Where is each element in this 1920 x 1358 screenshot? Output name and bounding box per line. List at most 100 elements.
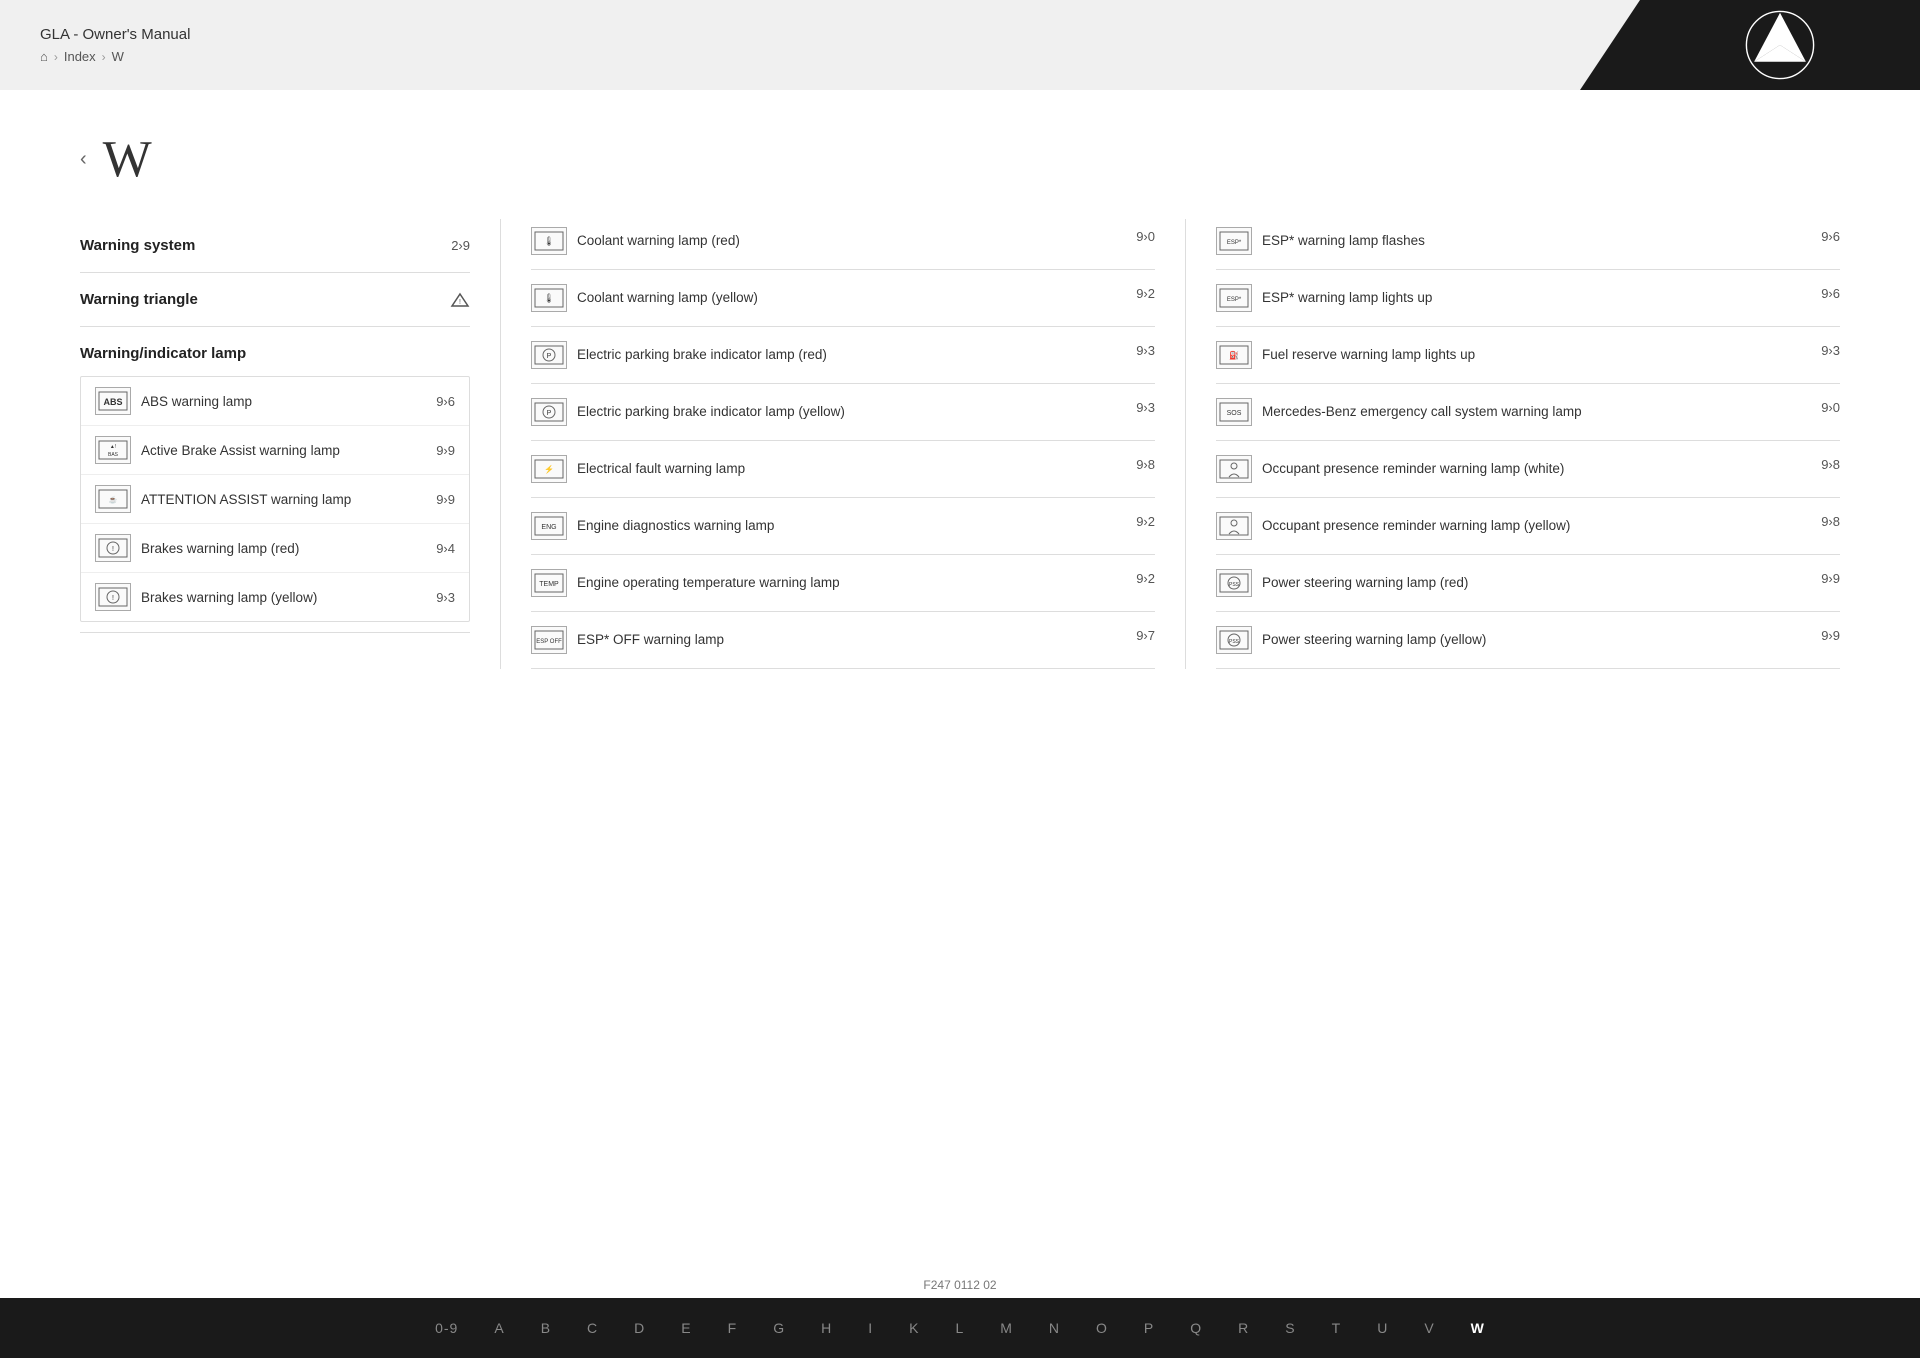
list-item[interactable]: ! Brakes warning lamp (yellow) 9›3 [81, 573, 469, 621]
power-steering-yellow-icon: PSS [1216, 626, 1252, 654]
svg-text:PSS: PSS [1229, 639, 1240, 645]
list-item[interactable]: 🌡 Coolant warning lamp (red) 9›0 [531, 219, 1155, 270]
mercedes-logo [1745, 10, 1815, 80]
brake-assist-icon: ▲! BAS [95, 436, 131, 464]
warning-triangle-ref: ! [450, 292, 470, 308]
list-item[interactable]: ESP* ESP* warning lamp flashes 9›6 [1216, 219, 1840, 270]
breadcrumb: ⌂ › Index › W [40, 49, 1540, 64]
page-letter: W [103, 130, 152, 189]
esp-off-label: ESP* OFF warning lamp [577, 631, 1126, 649]
parking-brake-red-label: Electric parking brake indicator lamp (r… [577, 346, 1126, 364]
coolant-yellow-label: Coolant warning lamp (yellow) [577, 289, 1126, 307]
warning-system-item[interactable]: Warning system 2›9 [80, 219, 470, 273]
esp-off-ref: 9›7 [1136, 628, 1155, 643]
list-item[interactable]: ! Brakes warning lamp (red) 9›4 [81, 524, 469, 573]
list-item[interactable]: P Electric parking brake indicator lamp … [531, 327, 1155, 384]
footer-letter-v[interactable]: V [1406, 1320, 1452, 1336]
emergency-call-icon: SOS [1216, 398, 1252, 426]
list-item[interactable]: ▲! BAS Active Brake Assist warning lamp … [81, 426, 469, 475]
coolant-yellow-ref: 9›2 [1136, 286, 1155, 301]
abs-label: ABS warning lamp [141, 394, 426, 409]
footer-letter-u[interactable]: U [1359, 1320, 1406, 1336]
list-item[interactable]: ⛽ Fuel reserve warning lamp lights up 9›… [1216, 327, 1840, 384]
parking-brake-yellow-icon: P [531, 398, 567, 426]
svg-text:ESP OFF: ESP OFF [536, 639, 562, 645]
list-item[interactable]: ⚡ Electrical fault warning lamp 9›8 [531, 441, 1155, 498]
home-icon[interactable]: ⌂ [40, 49, 48, 64]
footer-letter-b[interactable]: B [523, 1320, 569, 1336]
svg-text:▲!: ▲! [110, 444, 116, 450]
warning-indicator-lamp-section: Warning/indicator lamp ABS ABS warning l… [80, 327, 470, 633]
emergency-call-label: Mercedes-Benz emergency call system warn… [1262, 403, 1811, 421]
footer-letter-c[interactable]: C [569, 1320, 616, 1336]
list-item[interactable]: ENG Engine diagnostics warning lamp 9›2 [531, 498, 1155, 555]
svg-text:🌡: 🌡 [543, 293, 554, 303]
svg-text:ABS: ABS [103, 397, 122, 407]
attention-assist-label: ATTENTION ASSIST warning lamp [141, 492, 426, 507]
brakes-yellow-icon: ! [95, 583, 131, 611]
esp-lights-icon: ESP* [1216, 284, 1252, 312]
esp-flash-icon: ESP* [1216, 227, 1252, 255]
elec-fault-ref: 9›8 [1136, 457, 1155, 472]
list-item[interactable]: 🌡 Coolant warning lamp (yellow) 9›2 [531, 270, 1155, 327]
abs-icon: ABS [95, 387, 131, 415]
svg-text:⚡: ⚡ [544, 464, 554, 474]
parking-brake-yellow-ref: 9›3 [1136, 400, 1155, 415]
back-arrow-icon[interactable]: ‹ [80, 148, 87, 171]
brakes-yellow-label: Brakes warning lamp (yellow) [141, 590, 426, 605]
warning-indicator-lamp-label: Warning/indicator lamp [80, 327, 470, 376]
attention-assist-ref: 9›9 [436, 492, 455, 507]
footer-letter-s[interactable]: S [1267, 1320, 1313, 1336]
list-item[interactable]: Occupant presence reminder warning lamp … [1216, 441, 1840, 498]
list-item[interactable]: PSS Power steering warning lamp (red) 9›… [1216, 555, 1840, 612]
warning-triangle-item[interactable]: Warning triangle ! [80, 273, 470, 327]
engine-diag-ref: 9›2 [1136, 514, 1155, 529]
svg-text:P: P [547, 353, 552, 360]
footer-letter-n[interactable]: N [1031, 1320, 1078, 1336]
esp-lights-ref: 9›6 [1821, 286, 1840, 301]
list-item[interactable]: ESP OFF ESP* OFF warning lamp 9›7 [531, 612, 1155, 669]
footer-letter-d[interactable]: D [616, 1320, 663, 1336]
list-item[interactable]: TEMP Engine operating temperature warnin… [531, 555, 1155, 612]
list-item[interactable]: P Electric parking brake indicator lamp … [531, 384, 1155, 441]
left-column: Warning system 2›9 Warning triangle ! Wa… [80, 219, 500, 669]
list-item[interactable]: ABS ABS warning lamp 9›6 [81, 377, 469, 426]
footer-letter-t[interactable]: T [1314, 1320, 1360, 1336]
svg-text:P: P [547, 410, 552, 417]
breadcrumb-current: W [112, 49, 124, 64]
footer-letter-q[interactable]: Q [1172, 1320, 1220, 1336]
footer-letter-w[interactable]: W [1453, 1320, 1503, 1336]
coolant-red-ref: 9›0 [1136, 229, 1155, 244]
breadcrumb-index[interactable]: Index [64, 49, 96, 64]
brakes-yellow-ref: 9›3 [436, 590, 455, 605]
occupant-white-ref: 9›8 [1821, 457, 1840, 472]
middle-column: 🌡 Coolant warning lamp (red) 9›0 🌡 Coola… [500, 219, 1186, 669]
abs-ref: 9›6 [436, 394, 455, 409]
footer-letter-r[interactable]: R [1220, 1320, 1267, 1336]
footer-letter-a[interactable]: A [476, 1320, 522, 1336]
list-item[interactable]: Occupant presence reminder warning lamp … [1216, 498, 1840, 555]
footer-letter-h[interactable]: H [803, 1320, 850, 1336]
footer-letter-m[interactable]: M [982, 1320, 1031, 1336]
footer-letter-g[interactable]: G [755, 1320, 803, 1336]
svg-text:ESP*: ESP* [1227, 240, 1242, 246]
list-item[interactable]: SOS Mercedes-Benz emergency call system … [1216, 384, 1840, 441]
footer-letter-o[interactable]: O [1078, 1320, 1126, 1336]
footer-letter-i[interactable]: I [850, 1320, 891, 1336]
list-item[interactable]: PSS Power steering warning lamp (yellow)… [1216, 612, 1840, 669]
footer-letter-09[interactable]: 0-9 [417, 1320, 476, 1336]
occupant-white-label: Occupant presence reminder warning lamp … [1262, 460, 1811, 478]
esp-flash-label: ESP* warning lamp flashes [1262, 232, 1811, 250]
footer-letter-f[interactable]: F [710, 1320, 756, 1336]
footer-letter-p[interactable]: P [1126, 1320, 1172, 1336]
list-item[interactable]: ☕ ATTENTION ASSIST warning lamp 9›9 [81, 475, 469, 524]
footer-letter-e[interactable]: E [663, 1320, 709, 1336]
page-heading: ‹ W [80, 130, 1840, 189]
esp-off-icon: ESP OFF [531, 626, 567, 654]
list-item[interactable]: ESP* ESP* warning lamp lights up 9›6 [1216, 270, 1840, 327]
esp-lights-label: ESP* warning lamp lights up [1262, 289, 1811, 307]
footer-letter-k[interactable]: K [891, 1320, 937, 1336]
footer-letter-l[interactable]: L [937, 1320, 982, 1336]
manual-title: GLA - Owner's Manual [40, 26, 1540, 43]
svg-text:ENG: ENG [541, 524, 556, 531]
